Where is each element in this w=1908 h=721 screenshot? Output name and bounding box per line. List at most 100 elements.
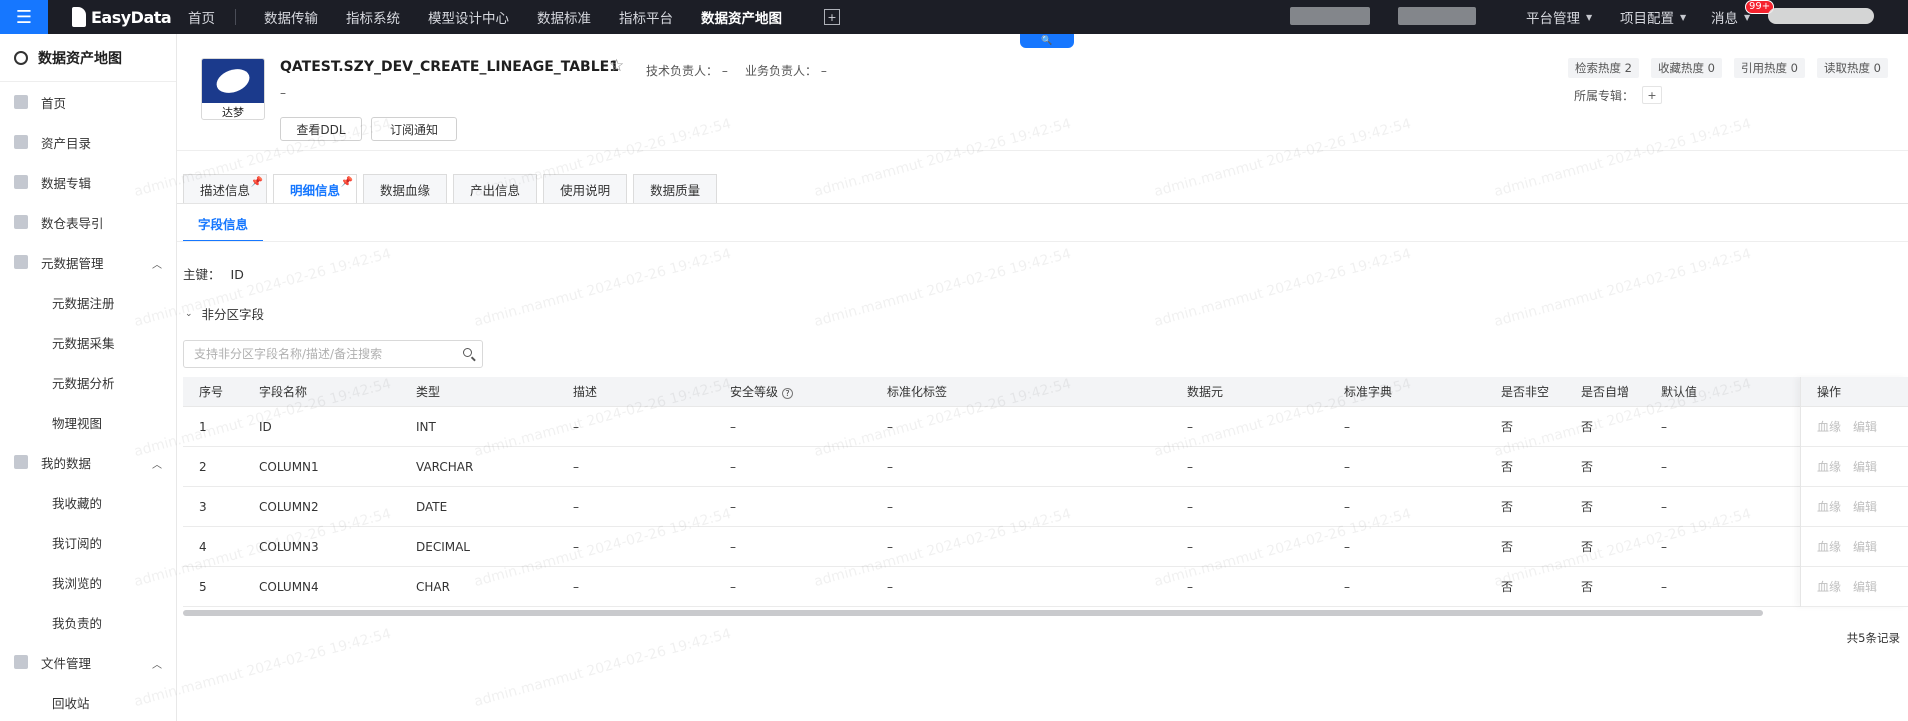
sidebar-group[interactable]: 我的数据 ︿ <box>0 442 176 482</box>
tab-0[interactable]: 描述信息 📌 <box>183 174 268 204</box>
column-header-label: 是否非空 <box>1501 385 1550 399</box>
column-header-label: 字段名称 <box>259 385 308 399</box>
tab-5[interactable]: 数据质量 <box>633 174 718 204</box>
sidebar-subitem[interactable]: 元数据注册 <box>0 282 176 322</box>
brand-mark-icon <box>72 7 86 27</box>
topnav-item[interactable]: 数据标准 <box>523 0 605 34</box>
op-cell: 血缘 编辑 <box>1801 567 1908 607</box>
field-search <box>183 340 483 368</box>
edit-link[interactable]: 编辑 <box>1853 498 1877 515</box>
sidebar-subitem[interactable]: 元数据采集 <box>0 322 176 362</box>
table-cell: – <box>730 539 736 554</box>
add-nav-icon[interactable]: + <box>824 9 840 25</box>
operation-column: 操作 血缘 编辑 血缘 编辑 血缘 编辑 血缘 编辑 血缘 编辑 <box>1800 377 1908 607</box>
table-cell: COLUMN1 <box>259 459 319 474</box>
sidebar-item[interactable]: 数据专辑 <box>0 162 176 202</box>
sidebar-subitem[interactable]: 我收藏的 <box>0 482 176 522</box>
pin-icon[interactable]: 📌 <box>341 177 353 188</box>
column-header: 数据元 <box>1187 383 1344 400</box>
search-heat-badge: 检索热度 2 <box>1568 58 1639 78</box>
column-header: 标准化标签 <box>887 383 1187 400</box>
topnav-item[interactable]: 首页 <box>174 0 235 34</box>
subscribe-button[interactable]: 订阅通知 <box>371 117 457 141</box>
sidebar-subitem[interactable]: 物理视图 <box>0 402 176 442</box>
sidebar-item[interactable]: 首页 <box>0 82 176 122</box>
sidebar-title-text: 数据资产地图 <box>38 50 122 67</box>
lineage-link[interactable]: 血缘 <box>1817 418 1841 435</box>
table-cell: 4 <box>199 539 207 554</box>
edit-link[interactable]: 编辑 <box>1853 418 1877 435</box>
caret-down-icon: ▼ <box>1680 12 1687 22</box>
topnav-item[interactable]: 指标系统 <box>332 0 414 34</box>
datasource-name: 达梦 <box>222 106 244 119</box>
tab-1[interactable]: 明细信息 📌 <box>273 174 358 204</box>
chevron-up-icon: ︿ <box>152 460 162 471</box>
pin-icon[interactable]: 📌 <box>251 177 263 188</box>
sidebar-item[interactable]: 数仓表导引 <box>0 202 176 242</box>
view-ddl-button[interactable]: 查看DDL <box>280 117 362 141</box>
sidebar-item[interactable]: 资产目录 <box>0 122 176 162</box>
lineage-link[interactable]: 血缘 <box>1817 458 1841 475</box>
platform-menu[interactable]: 平台管理 ▼ <box>1526 0 1592 34</box>
menu-icon[interactable]: ☰ <box>0 0 48 34</box>
favorite-star-icon[interactable]: ☆ <box>609 56 624 76</box>
edit-link[interactable]: 编辑 <box>1853 578 1877 595</box>
catalog-icon <box>14 135 28 149</box>
field-search-input[interactable] <box>184 341 454 367</box>
tab-2[interactable]: 数据血缘 <box>363 174 448 204</box>
table-cell: – <box>1187 419 1193 434</box>
topnav-item[interactable]: 数据传输 <box>250 0 332 34</box>
lineage-link[interactable]: 血缘 <box>1817 498 1841 515</box>
topnav-item[interactable]: 数据资产地图 <box>687 0 796 34</box>
column-header-label: 是否自增 <box>1581 385 1630 399</box>
edit-link[interactable]: 编辑 <box>1853 538 1877 555</box>
chevron-up-icon: ︿ <box>152 660 162 671</box>
table-cell: 2 <box>199 459 207 474</box>
help-icon[interactable]: ? <box>782 388 794 399</box>
blurred-info <box>1398 7 1476 25</box>
edit-link[interactable]: 编辑 <box>1853 458 1877 475</box>
table-cell: – <box>1187 499 1193 514</box>
table-cell: 否 <box>1581 500 1594 514</box>
user-avatar[interactable] <box>1768 8 1874 24</box>
non-partition-section-toggle[interactable]: ⌄ 非分区字段 <box>185 304 264 323</box>
sidebar-subitem[interactable]: 元数据分析 <box>0 362 176 402</box>
album-label: 所属专辑： <box>1574 88 1635 103</box>
table-cell: 否 <box>1581 460 1594 474</box>
sidebar-group-label: 文件管理 <box>41 655 92 671</box>
horizontal-scrollbar[interactable] <box>183 610 1763 616</box>
primary-key: 主键： ID <box>183 264 244 283</box>
table-cell: – <box>1661 499 1667 514</box>
column-header: 标准字典 <box>1344 383 1501 400</box>
table-row: 2 COLUMN1 VARCHAR – – – – – 否 否 – <box>183 447 1908 487</box>
topnav-item[interactable]: 指标平台 <box>605 0 687 34</box>
table-cell: 否 <box>1501 500 1514 514</box>
tab-label: 数据质量 <box>650 182 701 198</box>
lineage-link[interactable]: 血缘 <box>1817 538 1841 555</box>
biz-owner: 业务负责人： – <box>745 64 827 78</box>
sidebar-subitem[interactable]: 我订阅的 <box>0 522 176 562</box>
sidebar-group[interactable]: 元数据管理 ︿ <box>0 242 176 282</box>
table-cell: 否 <box>1501 540 1514 554</box>
subtab-field-info[interactable]: 字段信息 <box>183 206 263 242</box>
sidebar-item-label: 首页 <box>41 95 67 111</box>
search-icon[interactable] <box>463 348 472 357</box>
sidebar-subitem[interactable]: 我浏览的 <box>0 562 176 602</box>
column-header-label: 序号 <box>199 385 224 399</box>
tab-4[interactable]: 使用说明 <box>543 174 628 204</box>
add-album-button[interactable]: + <box>1642 86 1663 104</box>
project-menu[interactable]: 项目配置 ▼ <box>1620 0 1686 34</box>
table-row: 4 COLUMN3 DECIMAL – – – – – 否 否 – <box>183 527 1908 567</box>
sidebar-subitem[interactable]: 回收站 <box>0 682 176 721</box>
tab-3[interactable]: 产出信息 <box>453 174 538 204</box>
sidebar-group[interactable]: 文件管理 ︿ <box>0 642 176 682</box>
dameng-logo-icon <box>213 64 253 98</box>
user-icon <box>14 455 28 469</box>
table-cell: 否 <box>1501 580 1514 594</box>
column-header: 安全等级? <box>730 383 887 400</box>
lineage-link[interactable]: 血缘 <box>1817 578 1841 595</box>
sidebar-subitem[interactable]: 我负责的 <box>0 602 176 642</box>
topnav-item[interactable]: 模型设计中心 <box>414 0 523 34</box>
table-cell: – <box>573 419 579 434</box>
brand-logo[interactable]: EasyData <box>72 7 174 27</box>
